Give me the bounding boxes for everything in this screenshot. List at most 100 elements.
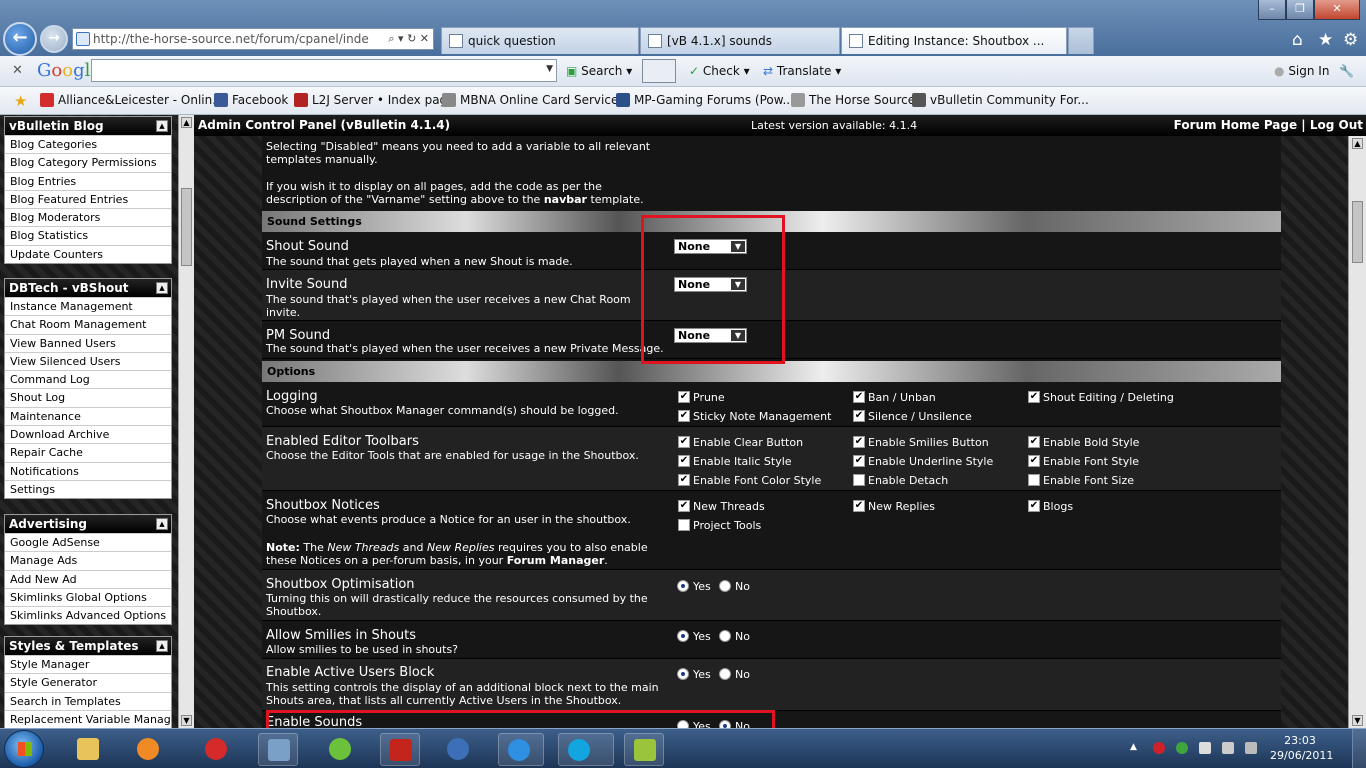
taskbar-explorer[interactable]	[68, 733, 108, 766]
tray-update-icon[interactable]	[1176, 742, 1188, 754]
notice-project-checkbox[interactable]	[678, 519, 690, 531]
active-users-no-radio[interactable]	[719, 668, 731, 680]
notice-blogs-checkbox[interactable]: ✔	[1028, 500, 1040, 512]
gear-icon[interactable]: ⚙	[1343, 30, 1358, 50]
sidebar-item[interactable]: Skimlinks Global Options	[5, 587, 171, 606]
scroll-down-icon[interactable]: ▼	[1352, 715, 1363, 726]
notice-threads-checkbox[interactable]: ✔	[678, 500, 690, 512]
toolbar-options-button[interactable]	[642, 59, 676, 83]
sidebar-scrollbar[interactable]: ▲ ▼	[178, 115, 194, 728]
google-search-button[interactable]: ▣ Search ▾	[566, 64, 632, 78]
minimize-button[interactable]: –	[1258, 0, 1286, 20]
bookmark-vbulletin[interactable]: vBulletin Community For...	[912, 93, 1089, 107]
sidebar-item[interactable]: Blog Featured Entries	[5, 189, 171, 208]
toolbar-underline-checkbox[interactable]: ✔	[853, 455, 865, 467]
sidebar-item[interactable]: Google AdSense	[5, 533, 171, 551]
sidebar-group-header[interactable]: vBulletin Blog ▲	[5, 117, 171, 135]
sidebar-group-header[interactable]: Advertising ▲	[5, 515, 171, 533]
maximize-button[interactable]: ❐	[1286, 0, 1314, 20]
sidebar-item[interactable]: Instance Management	[5, 297, 171, 315]
new-tab-button[interactable]	[1068, 27, 1094, 54]
sidebar-item[interactable]: Blog Entries	[5, 171, 171, 190]
taskbar-messenger[interactable]	[320, 733, 360, 766]
notice-replies-checkbox[interactable]: ✔	[853, 500, 865, 512]
tab-quick-question[interactable]: quick question	[441, 27, 639, 54]
collapse-icon[interactable]: ▲	[156, 282, 168, 294]
close-window-button[interactable]: ✕	[1314, 0, 1360, 20]
sidebar-item[interactable]: Download Archive	[5, 425, 171, 443]
translate-button[interactable]: ⇄ Translate ▾	[763, 64, 841, 78]
back-button[interactable]: ←	[3, 22, 37, 56]
sidebar-item[interactable]: Blog Category Permissions	[5, 153, 171, 171]
favorites-star-icon[interactable]: ★	[1318, 30, 1333, 50]
address-bar[interactable]: http://the-horse-source.net/forum/cpanel…	[72, 28, 434, 50]
main-scrollbar[interactable]: ▲ ▼	[1348, 136, 1366, 728]
tray-volume-icon[interactable]	[1222, 742, 1234, 754]
sidebar-item[interactable]: Shout Log	[5, 388, 171, 406]
bookmark-alliance-leicester[interactable]: Alliance&Leicester - Onlin...	[40, 93, 224, 107]
sidebar-item[interactable]: Update Counters	[5, 244, 171, 263]
taskbar-media-player[interactable]	[128, 733, 168, 766]
sidebar-item[interactable]: Style Generator	[5, 673, 171, 691]
taskbar-skype[interactable]	[558, 733, 614, 766]
start-button[interactable]	[4, 730, 44, 768]
sidebar-item[interactable]: Search in Templates	[5, 691, 171, 710]
tray-clock[interactable]: 23:03 29/06/2011	[1270, 733, 1333, 763]
address-actions-icon[interactable]: ⌕ ▾ ↻ ✕	[388, 29, 429, 49]
logging-edit-checkbox[interactable]: ✔	[1028, 391, 1040, 403]
bookmark-horse-source[interactable]: The Horse Source	[791, 93, 915, 107]
sidebar-item[interactable]: View Silenced Users	[5, 351, 171, 370]
logging-sticky-checkbox[interactable]: ✔	[678, 410, 690, 422]
bookmark-l2j-server[interactable]: L2J Server • Index page	[294, 93, 455, 107]
show-desktop-button[interactable]	[1352, 729, 1366, 768]
sidebar-item[interactable]: Replacement Variable Manager	[5, 709, 171, 728]
scrollbar-thumb[interactable]	[1352, 201, 1363, 263]
home-icon[interactable]: ⌂	[1292, 30, 1303, 50]
tab-editing-instance[interactable]: Editing Instance: Shoutbox ...	[841, 27, 1067, 54]
sidebar-item[interactable]: Blog Categories	[5, 135, 171, 153]
toolbar-fontsize-checkbox[interactable]	[1028, 474, 1040, 486]
smilies-no-radio[interactable]	[719, 630, 731, 642]
toolbar-clear-checkbox[interactable]: ✔	[678, 436, 690, 448]
header-links[interactable]: Forum Home Page | Log Out	[1174, 115, 1363, 136]
sidebar-item[interactable]: Style Manager	[5, 655, 171, 673]
sidebar-item[interactable]: Add New Ad	[5, 569, 171, 588]
sidebar-item[interactable]: Maintenance	[5, 406, 171, 425]
sidebar-item[interactable]: Settings	[5, 479, 171, 498]
spellcheck-button[interactable]: ✓ Check ▾	[689, 64, 750, 78]
chevron-down-icon[interactable]: ▼	[546, 64, 553, 74]
google-search-input[interactable]: ▼	[91, 59, 557, 82]
tray-network-icon[interactable]	[1245, 742, 1257, 754]
scrollbar-thumb[interactable]	[181, 188, 192, 266]
forward-button[interactable]: →	[40, 25, 68, 53]
scroll-up-icon[interactable]: ▲	[181, 117, 192, 128]
sidebar-item[interactable]: Blog Moderators	[5, 208, 171, 226]
logging-ban-checkbox[interactable]: ✔	[853, 391, 865, 403]
sidebar-item[interactable]: Repair Cache	[5, 443, 171, 461]
logging-prune-checkbox[interactable]: ✔	[678, 391, 690, 403]
toolbar-bold-checkbox[interactable]: ✔	[1028, 436, 1040, 448]
toolbar-smilies-checkbox[interactable]: ✔	[853, 436, 865, 448]
toolbar-fontcolor-checkbox[interactable]: ✔	[678, 474, 690, 486]
taskbar-network[interactable]	[258, 733, 298, 766]
toolbar-detach-checkbox[interactable]	[853, 474, 865, 486]
sidebar-group-header[interactable]: Styles & Templates ▲	[5, 637, 171, 655]
optimisation-yes-radio[interactable]	[677, 580, 689, 592]
logging-silence-checkbox[interactable]: ✔	[853, 410, 865, 422]
sidebar-item[interactable]: Chat Room Management	[5, 315, 171, 333]
scroll-up-icon[interactable]: ▲	[1352, 138, 1363, 149]
optimisation-no-radio[interactable]	[719, 580, 731, 592]
tray-antivirus-icon[interactable]	[1153, 742, 1165, 754]
tray-device-icon[interactable]	[1199, 742, 1211, 754]
active-users-yes-radio[interactable]	[677, 668, 689, 680]
sidebar-item[interactable]: Manage Ads	[5, 551, 171, 569]
sidebar-item[interactable]: Notifications	[5, 461, 171, 480]
close-toolbar-icon[interactable]: ✕	[12, 63, 23, 78]
scroll-down-icon[interactable]: ▼	[181, 715, 192, 726]
taskbar-filezilla[interactable]	[380, 733, 420, 766]
bookmark-facebook[interactable]: Facebook	[214, 93, 288, 107]
taskbar-internet-explorer[interactable]	[498, 733, 544, 766]
sidebar-item[interactable]: View Banned Users	[5, 333, 171, 352]
toolbar-italic-checkbox[interactable]: ✔	[678, 455, 690, 467]
collapse-icon[interactable]: ▲	[156, 120, 168, 132]
